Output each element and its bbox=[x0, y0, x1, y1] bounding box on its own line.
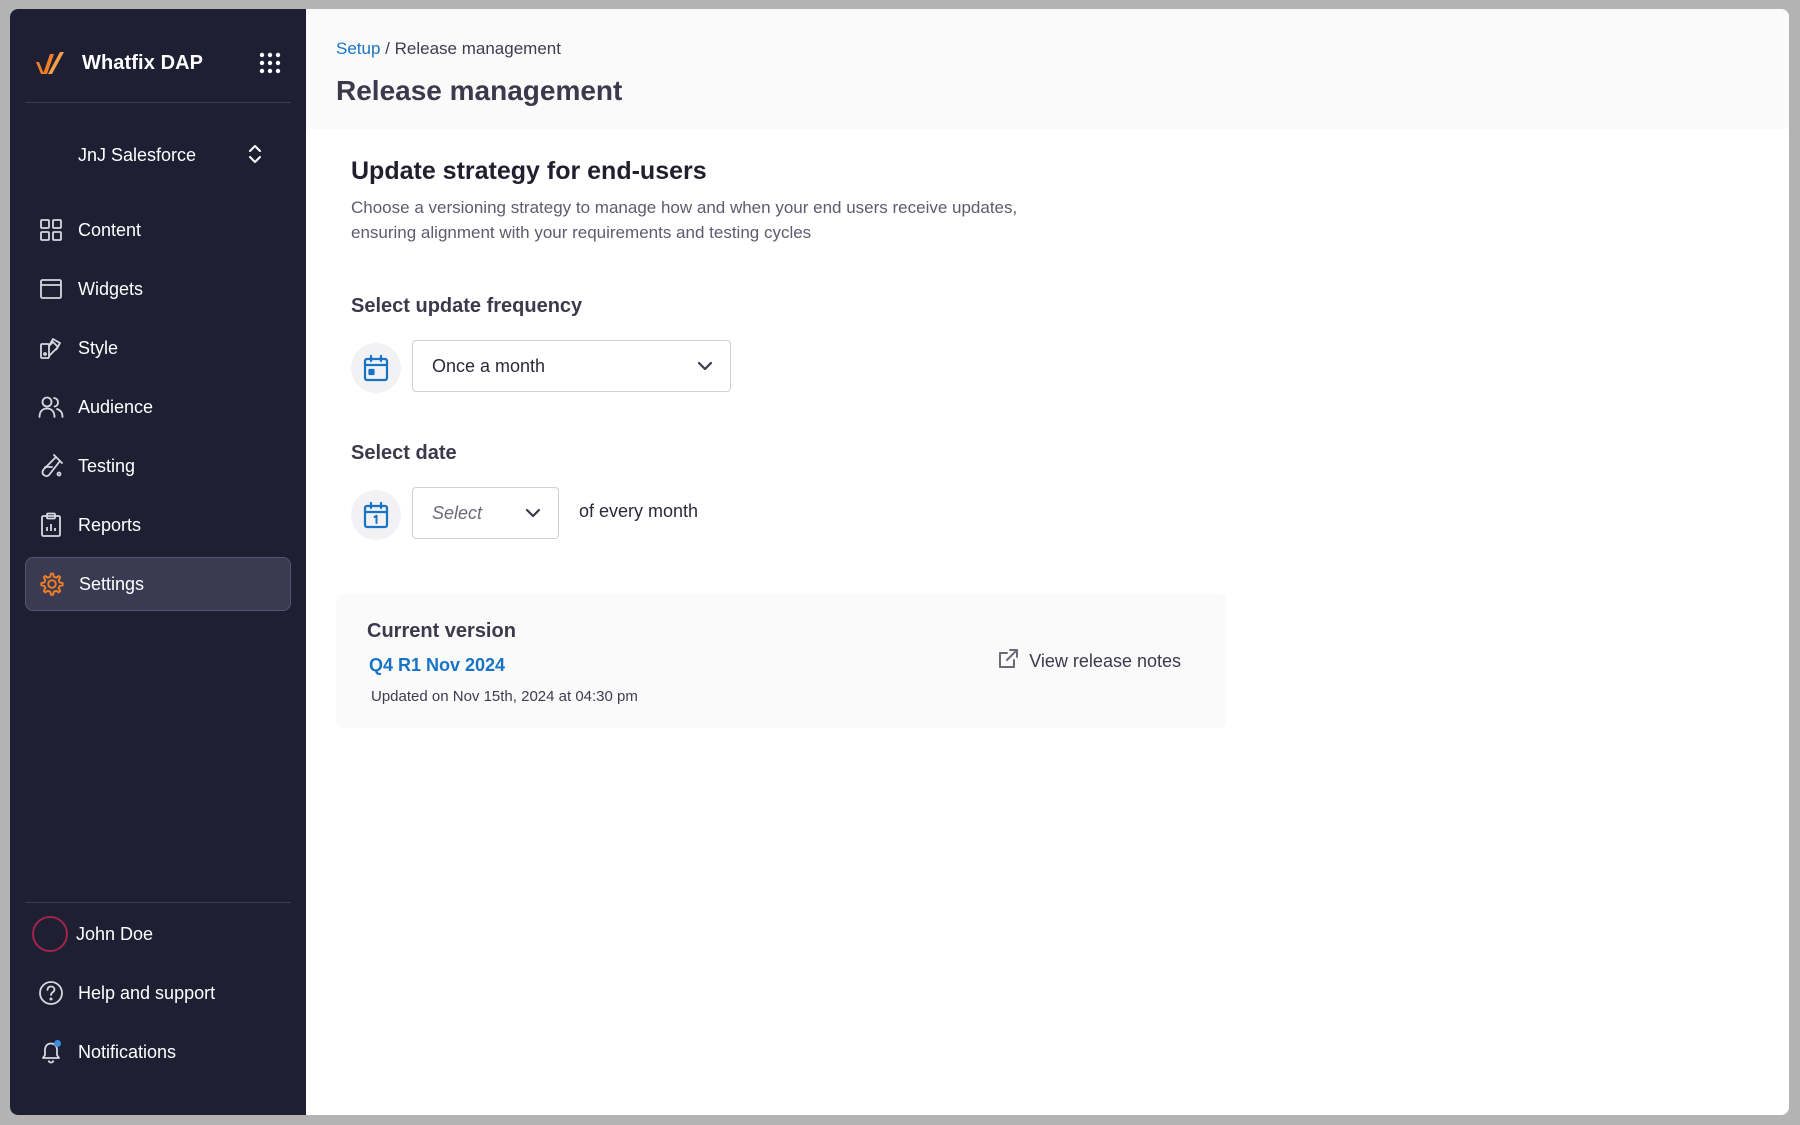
external-link-icon bbox=[997, 648, 1019, 675]
account-name: JnJ Salesforce bbox=[78, 144, 197, 165]
sidebar-divider bbox=[25, 902, 291, 903]
date-suffix: of every month bbox=[579, 501, 699, 521]
window-icon bbox=[38, 276, 64, 302]
sidebar-item-label: Reports bbox=[78, 514, 142, 535]
frequency-dropdown[interactable]: Once a month bbox=[412, 340, 731, 392]
brand-name: Whatfix DAP bbox=[82, 51, 204, 74]
sidebar-item-label: Audience bbox=[78, 396, 154, 417]
version-link[interactable]: Q4 R1 Nov 2024 bbox=[369, 655, 505, 676]
users-icon bbox=[38, 394, 64, 420]
calendar-icon bbox=[351, 343, 401, 393]
sidebar-item-reports[interactable]: Reports bbox=[25, 498, 291, 552]
sidebar-item-audience[interactable]: Audience bbox=[25, 380, 291, 434]
brand: Whatfix DAP bbox=[34, 43, 300, 83]
date-placeholder: Select bbox=[432, 502, 483, 523]
sidebar-item-label: Style bbox=[78, 337, 119, 358]
help-circle-icon bbox=[38, 980, 64, 1006]
sidebar-item-content[interactable]: Content bbox=[25, 203, 291, 257]
sidebar-item-label: Settings bbox=[79, 573, 145, 594]
breadcrumb-separator: / bbox=[385, 39, 390, 58]
sidebar-item-testing[interactable]: Testing bbox=[25, 439, 291, 493]
date-label: Select date bbox=[351, 442, 457, 464]
palette-icon bbox=[38, 335, 64, 361]
current-version-card: Current version Q4 R1 Nov 2024 Updated o… bbox=[336, 594, 1226, 728]
sidebar: Whatfix DAP JnJ Salesforce Content Widge… bbox=[10, 9, 306, 1115]
sidebar-item-widgets[interactable]: Widgets bbox=[25, 262, 291, 316]
gear-icon bbox=[39, 571, 65, 597]
section-title: Update strategy for end-users bbox=[351, 157, 707, 185]
calendar-day-icon bbox=[351, 490, 401, 540]
sidebar-item-style[interactable]: Style bbox=[25, 321, 291, 375]
whatfix-logo-icon bbox=[34, 50, 66, 76]
breadcrumb-current: Release management bbox=[394, 39, 561, 58]
chevron-down-icon bbox=[696, 357, 714, 380]
page-title: Release management bbox=[336, 75, 623, 106]
chevron-down-icon bbox=[524, 504, 542, 527]
help-and-support[interactable]: Help and support bbox=[25, 966, 291, 1020]
sidebar-bottom: John Doe Help and support Notifications bbox=[25, 904, 291, 1084]
section-description: Choose a versioning strategy to manage h… bbox=[351, 198, 1018, 242]
view-release-notes-link[interactable]: View release notes bbox=[997, 648, 1181, 675]
breadcrumb: Setup / Release management bbox=[336, 39, 561, 59]
notifications[interactable]: Notifications bbox=[25, 1025, 291, 1079]
grid-icon bbox=[38, 217, 64, 243]
sidebar-item-label: Testing bbox=[78, 455, 136, 476]
date-dropdown[interactable]: Select bbox=[412, 487, 559, 539]
release-notes-label: View release notes bbox=[1029, 651, 1181, 671]
breadcrumb-setup-link[interactable]: Setup bbox=[336, 39, 380, 58]
account-switcher[interactable]: JnJ Salesforce bbox=[34, 133, 282, 177]
user-name: John Doe bbox=[76, 923, 154, 944]
sidebar-item-label: Widgets bbox=[78, 278, 144, 299]
updated-timestamp: Updated on Nov 15th, 2024 at 04:30 pm bbox=[371, 688, 638, 705]
chevron-up-down-icon bbox=[248, 143, 262, 170]
app-grid-icon[interactable] bbox=[258, 51, 282, 75]
sidebar-item-label: Content bbox=[78, 219, 142, 240]
bell-icon bbox=[38, 1039, 64, 1065]
clipboard-chart-icon bbox=[38, 512, 64, 538]
page-header: Setup / Release management Release manag… bbox=[306, 9, 1789, 129]
current-version-title: Current version bbox=[367, 620, 516, 642]
help-label: Help and support bbox=[78, 982, 216, 1003]
main-content: Setup / Release management Release manag… bbox=[306, 9, 1789, 1115]
frequency-label: Select update frequency bbox=[351, 295, 583, 317]
avatar bbox=[32, 916, 68, 952]
test-tube-icon bbox=[38, 453, 64, 479]
sidebar-item-settings[interactable]: Settings bbox=[25, 557, 291, 611]
sidebar-divider bbox=[25, 102, 291, 103]
notifications-label: Notifications bbox=[78, 1041, 177, 1062]
sidebar-nav: Content Widgets Style Audience Testing R… bbox=[25, 203, 291, 616]
app-window: Whatfix DAP JnJ Salesforce Content Widge… bbox=[10, 9, 1789, 1115]
user-profile[interactable]: John Doe bbox=[25, 907, 291, 961]
frequency-value: Once a month bbox=[432, 355, 546, 376]
